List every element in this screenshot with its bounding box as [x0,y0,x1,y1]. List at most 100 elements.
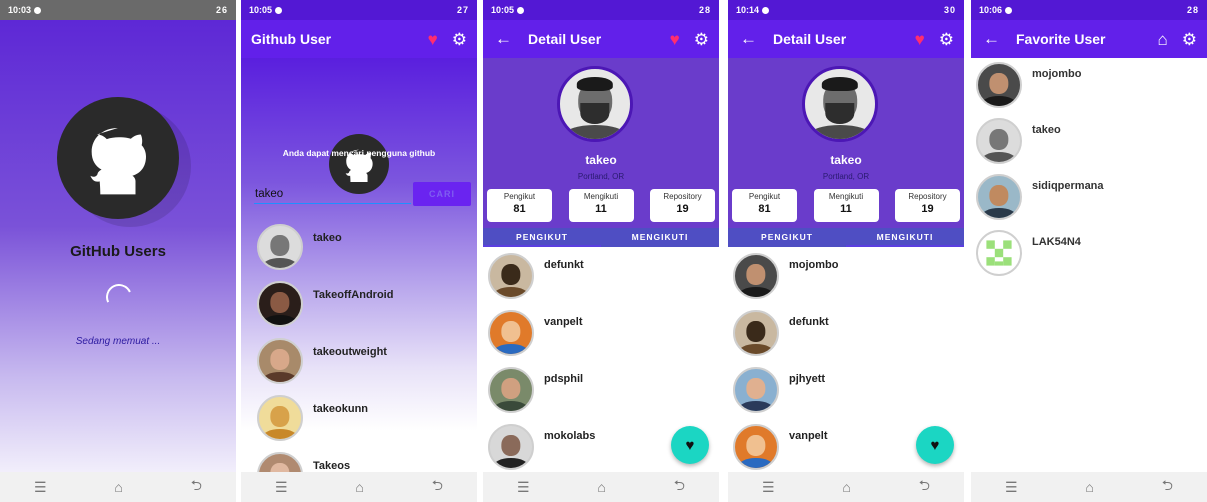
username: takeo [1032,124,1061,136]
list-item[interactable]: takeo [257,224,477,281]
status-battery: 30 [943,5,956,15]
status-battery: 27 [456,5,469,15]
list-item[interactable]: defunkt [488,253,719,310]
back-nav-icon[interactable]: ⮌ [919,475,930,499]
status-bar: 10:05 27 [241,0,477,20]
list-item[interactable]: sidiqpermana [976,174,1207,230]
avatar [257,338,303,384]
username: LAK54N4 [1032,236,1081,248]
home-nav-icon[interactable]: ⌂ [1085,479,1093,495]
menu-icon[interactable]: ☰ [517,479,530,496]
system-nav-bar: ☰ ⌂ ⮌ [971,472,1207,502]
status-battery: 28 [698,5,711,15]
heart-icon: ♥ [930,436,940,454]
loading-spinner [102,280,136,314]
splash-title: GitHub Users [70,243,166,260]
status-bar: 10:03 26 [0,0,236,20]
back-arrow-icon[interactable]: ← [495,29,512,49]
tab-followers[interactable]: PENGIKUT [728,228,846,247]
home-nav-icon[interactable]: ⌂ [114,479,122,495]
list-item[interactable]: mojombo [976,62,1207,118]
stat-repository: Repository 19 [650,189,715,222]
username: vanpelt [789,430,828,442]
app-bar: ← Detail User ♥ ⚙ [728,20,964,58]
list-item[interactable]: takeokunn [257,395,477,452]
system-nav-bar: ☰ ⌂ ⮌ [0,472,236,502]
app-bar: ← Detail User ♥ ⚙ [483,20,719,58]
avatar [257,224,303,270]
search-button[interactable]: CARI [413,182,471,206]
stat-followers: Pengikut 81 [487,189,552,222]
status-bar: 10:06 28 [971,0,1207,20]
username: defunkt [789,316,829,328]
system-nav-bar: ☰ ⌂ ⮌ [241,472,477,502]
home-icon[interactable]: ⌂ [1157,31,1167,48]
favorite-fab[interactable]: ♥ [671,426,709,464]
home-nav-icon[interactable]: ⌂ [842,479,850,495]
profile-stats: Pengikut 81 Mengikuti 11 Repository 19 [732,189,960,222]
app-title: Detail User [773,31,847,47]
status-time: 10:14 [736,5,760,15]
tab-following[interactable]: MENGIKUTI [601,228,719,247]
status-time: 10:06 [979,5,1003,15]
menu-icon[interactable]: ☰ [275,479,288,496]
back-nav-icon[interactable]: ⮌ [191,475,202,499]
stat-following: Mengikuti 11 [568,189,634,222]
back-nav-icon[interactable]: ⮌ [432,475,443,499]
home-nav-icon[interactable]: ⌂ [597,479,605,495]
github-logo [57,97,179,219]
heart-icon[interactable]: ♥ [428,31,438,48]
back-arrow-icon[interactable]: ← [983,29,1000,49]
heart-icon[interactable]: ♥ [915,31,925,48]
username: pjhyett [789,373,826,385]
search-input[interactable] [254,184,411,204]
list-item[interactable]: TakeoffAndroid [257,281,477,338]
search-hint: Anda dapat mencari pengguna github [282,148,436,158]
github-octocat-icon [90,127,146,195]
menu-icon[interactable]: ☰ [34,479,47,496]
username: takeokunn [313,403,369,415]
list-item[interactable]: pdsphil [488,367,719,424]
splash-screen: 10:03 26 GitHub Users Sedang memuat ... … [0,0,236,502]
loading-text: Sedang memuat ... [75,336,161,347]
list-item[interactable]: defunkt [733,310,964,367]
menu-icon[interactable]: ☰ [762,479,775,496]
username: defunkt [544,259,584,271]
list-item[interactable]: takeoutweight [257,338,477,395]
gear-icon[interactable]: ⚙ [1182,31,1197,48]
gear-icon[interactable]: ⚙ [939,31,954,48]
gear-icon[interactable]: ⚙ [694,31,709,48]
tab-bar: PENGIKUT MENGIKUTI [483,228,719,247]
back-arrow-icon[interactable]: ← [740,29,757,49]
list-item[interactable]: takeo [976,118,1207,174]
stat-following: Mengikuti 11 [813,189,879,222]
search-screen: 10:05 27 Github User ♥ ⚙ Anda dapat menc… [241,0,477,502]
home-nav-icon[interactable]: ⌂ [355,479,363,495]
list-item[interactable]: vanpelt [488,310,719,367]
avatar [733,310,779,356]
gear-icon[interactable]: ⚙ [452,31,467,48]
profile-name: takeo [585,153,617,167]
profile-header: takeo Portland, OR Pengikut 81 Mengikuti 1… [483,58,719,228]
app-title: Detail User [528,31,602,47]
tab-followers[interactable]: PENGIKUT [483,228,601,247]
app-title: Github User [251,31,332,47]
tab-following[interactable]: MENGIKUTI [846,228,964,247]
menu-icon[interactable]: ☰ [1005,479,1018,496]
status-battery: 26 [215,5,228,15]
back-nav-icon[interactable]: ⮌ [674,475,685,499]
username: mokolabs [544,430,596,442]
avatar [976,230,1022,276]
profile-avatar [802,66,878,142]
username: mojombo [789,259,839,271]
list-item[interactable]: pjhyett [733,367,964,424]
list-item[interactable]: mojombo [733,253,964,310]
username: takeoutweight [313,346,387,358]
favorite-fab[interactable]: ♥ [916,426,954,464]
search-results: takeo TakeoffAndroid takeoutweight takeo… [257,224,477,502]
list-item[interactable]: LAK54N4 [976,230,1207,286]
back-nav-icon[interactable]: ⮌ [1162,475,1173,499]
status-bar: 10:05 28 [483,0,719,20]
status-time: 10:05 [249,5,273,15]
heart-icon[interactable]: ♥ [670,31,680,48]
